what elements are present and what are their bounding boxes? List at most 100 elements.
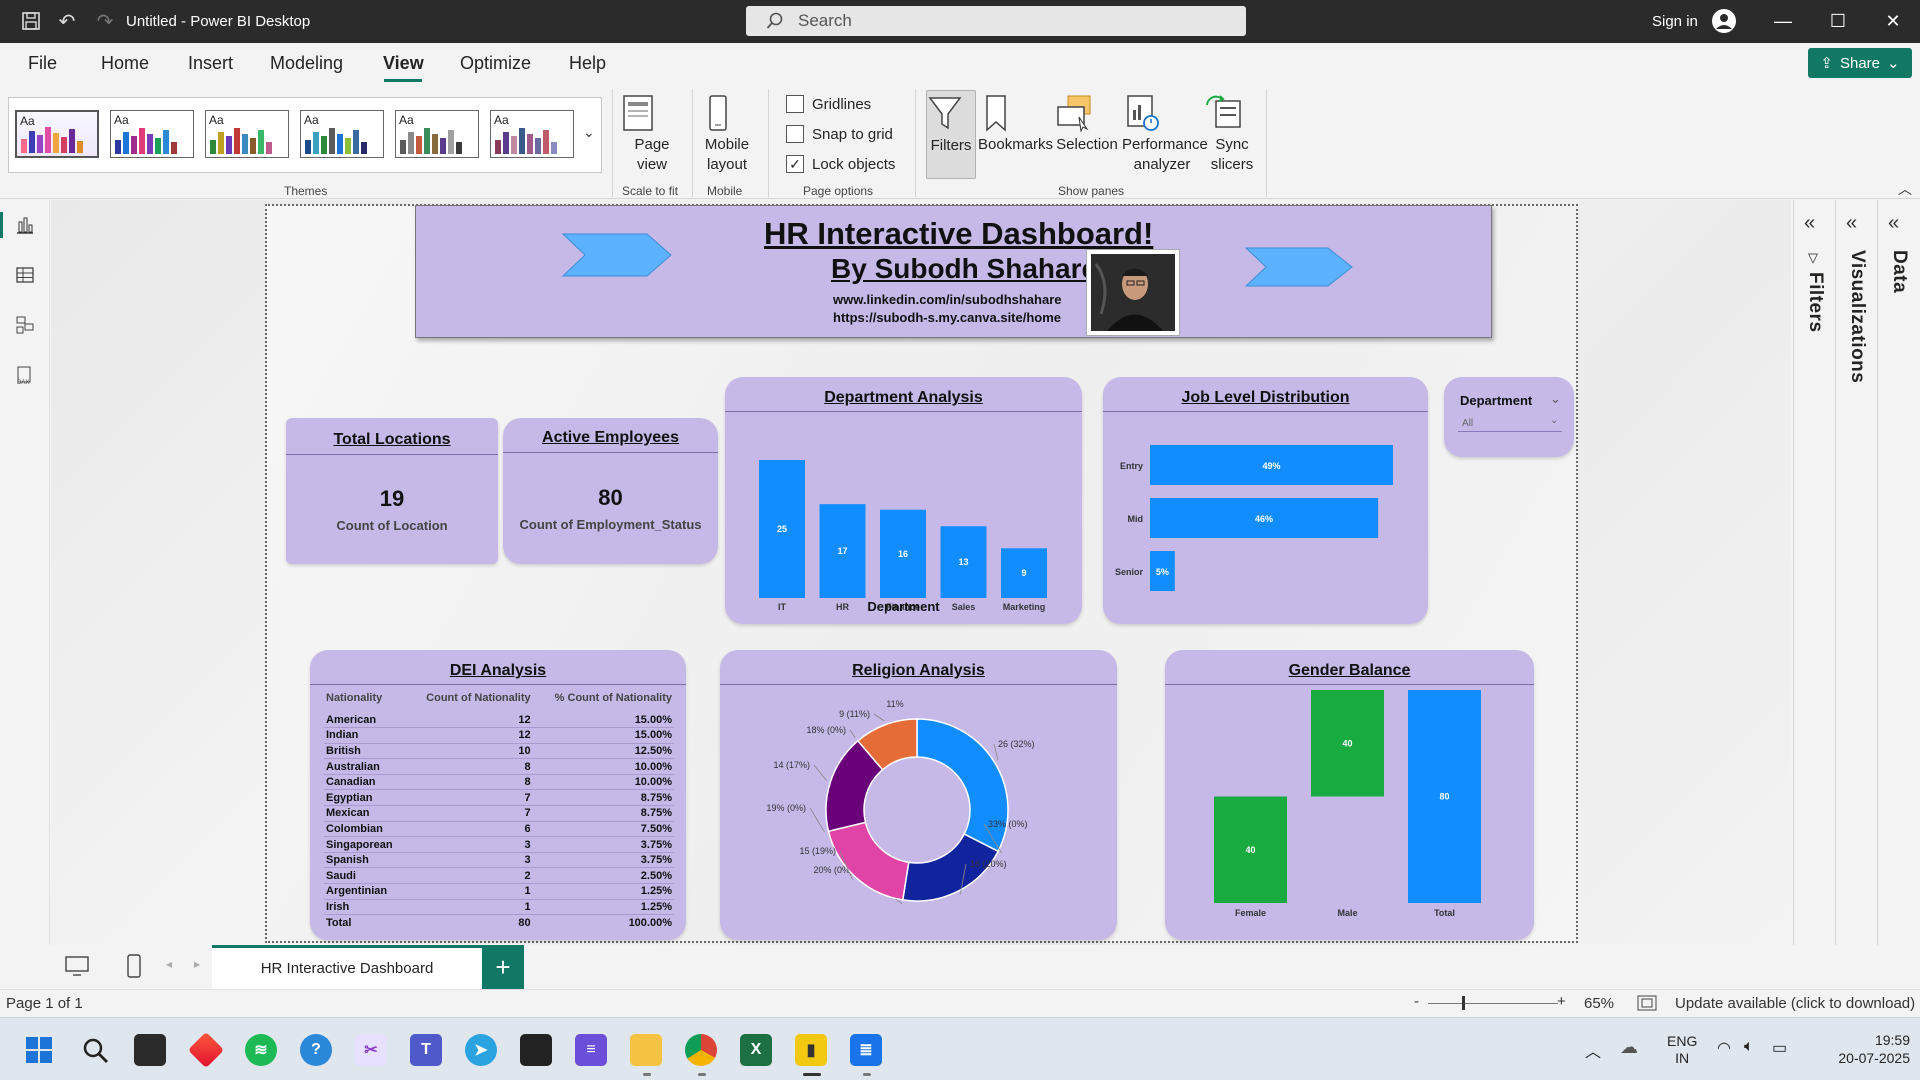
- expand-chevron-icon[interactable]: «: [1888, 212, 1899, 235]
- scroll-left-icon[interactable]: ◂: [166, 957, 172, 971]
- snipping-tool-icon[interactable]: ✂: [355, 1034, 387, 1066]
- theme-swatch[interactable]: Aa: [15, 110, 99, 158]
- gridlines-checkbox[interactable]: Gridlines: [786, 95, 871, 113]
- sticky-notes-icon[interactable]: [520, 1034, 552, 1066]
- menu-help[interactable]: Help: [569, 53, 606, 74]
- table-row[interactable]: Irish 1 1.25%: [324, 899, 674, 916]
- department-slicer[interactable]: Department ⌄ All ⌄: [1444, 377, 1574, 457]
- table-row[interactable]: Indian 12 15.00%: [324, 727, 674, 744]
- volume-icon[interactable]: 🔈︎: [1744, 1038, 1754, 1056]
- column-header[interactable]: Count of Nationality: [406, 692, 532, 712]
- expand-chevron-icon[interactable]: «: [1846, 212, 1857, 235]
- menu-modeling[interactable]: Modeling: [270, 53, 343, 74]
- zoom-in-button[interactable]: +: [1557, 993, 1566, 1010]
- menu-optimize[interactable]: Optimize: [460, 53, 531, 74]
- table-row[interactable]: British 10 12.50%: [324, 743, 674, 760]
- menu-file[interactable]: File: [28, 53, 57, 74]
- search-icon[interactable]: [81, 1036, 109, 1064]
- battery-icon[interactable]: ▭: [1772, 1038, 1787, 1058]
- fit-to-page-icon[interactable]: [1637, 995, 1657, 1011]
- table-row[interactable]: Egyptian 7 8.75%: [324, 789, 674, 807]
- table-view-icon[interactable]: [12, 262, 38, 288]
- zoom-slider-thumb[interactable]: [1462, 996, 1465, 1010]
- wifi-icon[interactable]: ◠: [1717, 1038, 1731, 1058]
- table-row[interactable]: Spanish 3 3.75%: [324, 852, 674, 869]
- onedrive-icon[interactable]: ☁: [1620, 1037, 1638, 1058]
- lock-objects-checkbox[interactable]: ✓ Lock objects: [786, 155, 895, 173]
- chevron-down-icon[interactable]: ⌄: [1550, 391, 1561, 407]
- undo-icon[interactable]: ↶: [54, 8, 80, 34]
- search-box[interactable]: Search: [746, 6, 1246, 36]
- selection-pane-button[interactable]: Selection: [1054, 93, 1120, 155]
- add-page-button[interactable]: +: [482, 945, 524, 989]
- snap-to-grid-checkbox[interactable]: Snap to grid: [786, 125, 893, 143]
- table-total-row[interactable]: Total 80 100.00%: [324, 915, 674, 931]
- slicer-dropdown[interactable]: All ⌄: [1458, 415, 1562, 432]
- table-row[interactable]: Canadian 8 10.00%: [324, 774, 674, 791]
- mobile-layout-icon[interactable]: [126, 954, 142, 978]
- filters-pane-button[interactable]: Filters: [926, 90, 976, 179]
- table-row[interactable]: Saudi 2 2.50%: [324, 867, 674, 885]
- visualizations-pane-collapsed[interactable]: « Visualizations: [1835, 200, 1877, 945]
- sync-slicers-button[interactable]: Sync slicers: [1204, 93, 1260, 175]
- kpi-active-employees[interactable]: Active Employees 80 Count of Employment_…: [503, 418, 718, 564]
- show-hidden-icons-icon[interactable]: ︿: [1585, 1038, 1601, 1062]
- dei-analysis-card[interactable]: DEI Analysis Nationality Count of Nationa…: [310, 650, 686, 940]
- menu-view[interactable]: View: [383, 53, 424, 74]
- redo-icon[interactable]: ↷: [92, 8, 118, 34]
- save-icon[interactable]: [18, 8, 44, 34]
- update-available-link[interactable]: Update available (click to download): [1675, 995, 1915, 1012]
- account-icon[interactable]: [1711, 8, 1737, 34]
- excel-icon[interactable]: X: [740, 1034, 772, 1066]
- chrome-icon[interactable]: [685, 1034, 717, 1066]
- theme-swatch[interactable]: Aa: [490, 110, 574, 158]
- report-view-icon[interactable]: [12, 212, 38, 238]
- table-row[interactable]: American 12 15.00%: [324, 712, 674, 729]
- power-bi-icon[interactable]: ▮: [795, 1034, 827, 1066]
- teams-icon[interactable]: T: [410, 1034, 442, 1066]
- department-analysis-card[interactable]: Department Analysis 25 IT 17 HR 16 Finance 13 S…: [725, 377, 1082, 624]
- windows-start-icon[interactable]: [25, 1036, 53, 1064]
- minimize-button[interactable]: —: [1768, 8, 1798, 34]
- menu-home[interactable]: Home: [101, 53, 149, 74]
- religion-analysis-card[interactable]: Religion Analysis 26 (32%) 33% (0%) 16 (20…: [720, 650, 1117, 940]
- table-row[interactable]: Singaporean 3 3.75%: [324, 836, 674, 853]
- zoom-slider-track[interactable]: [1428, 1003, 1558, 1004]
- theme-swatch[interactable]: Aa: [205, 110, 289, 158]
- linkedin-link[interactable]: www.linkedin.com/in/subodhshahare: [833, 292, 1062, 307]
- file-explorer-icon[interactable]: [630, 1034, 662, 1066]
- sign-in-link[interactable]: Sign in: [1652, 13, 1698, 30]
- data-pane-collapsed[interactable]: « Data: [1877, 200, 1920, 945]
- column-header[interactable]: Nationality: [324, 692, 406, 712]
- spotify-icon[interactable]: ≋: [245, 1034, 277, 1066]
- zoom-out-button[interactable]: -: [1414, 993, 1419, 1010]
- page-view-button[interactable]: Page view: [618, 93, 686, 175]
- column-header[interactable]: % Count of Nationality: [533, 692, 674, 712]
- bookmarks-pane-button[interactable]: Bookmarks: [978, 93, 1053, 155]
- dax-query-view-icon[interactable]: DAX: [12, 362, 38, 388]
- tab-hr-interactive-dashboard[interactable]: HR Interactive Dashboard: [212, 945, 482, 989]
- scroll-right-icon[interactable]: ▸: [194, 957, 200, 971]
- anydesk-icon[interactable]: [187, 1031, 225, 1069]
- clock[interactable]: 19:59 20-07-2025: [1810, 1031, 1910, 1067]
- gender-balance-card[interactable]: Gender Balance 40 Female 40 Male 80 Total: [1165, 650, 1534, 940]
- menu-insert[interactable]: Insert: [188, 53, 233, 74]
- help-icon[interactable]: ?: [300, 1034, 332, 1066]
- desktop-layout-icon[interactable]: [64, 955, 90, 977]
- model-view-icon[interactable]: [12, 312, 38, 338]
- share-button[interactable]: ⇪ Share ⌄: [1808, 48, 1912, 78]
- kpi-total-locations[interactable]: Total Locations 19 Count of Location: [286, 418, 498, 564]
- language-indicator[interactable]: ENG IN: [1667, 1033, 1697, 1067]
- theme-swatch[interactable]: Aa: [395, 110, 479, 158]
- performance-analyzer-button[interactable]: Performance analyzer: [1122, 93, 1208, 175]
- mobile-layout-button[interactable]: Mobile layout: [698, 93, 756, 175]
- zoom-level[interactable]: 65%: [1584, 995, 1614, 1012]
- table-row[interactable]: Argentinian 1 1.25%: [324, 883, 674, 900]
- collapse-ribbon-icon[interactable]: ︿: [1898, 179, 1912, 199]
- table-row[interactable]: Australian 8 10.00%: [324, 758, 674, 775]
- canva-link[interactable]: https://subodh-s.my.canva.site/home: [833, 310, 1061, 325]
- filters-pane-collapsed[interactable]: « ▽ Filters: [1793, 200, 1835, 945]
- more-themes-chevron-icon[interactable]: ⌄: [583, 124, 595, 141]
- theme-swatch[interactable]: Aa: [300, 110, 384, 158]
- table-row[interactable]: Mexican 7 8.75%: [324, 805, 674, 822]
